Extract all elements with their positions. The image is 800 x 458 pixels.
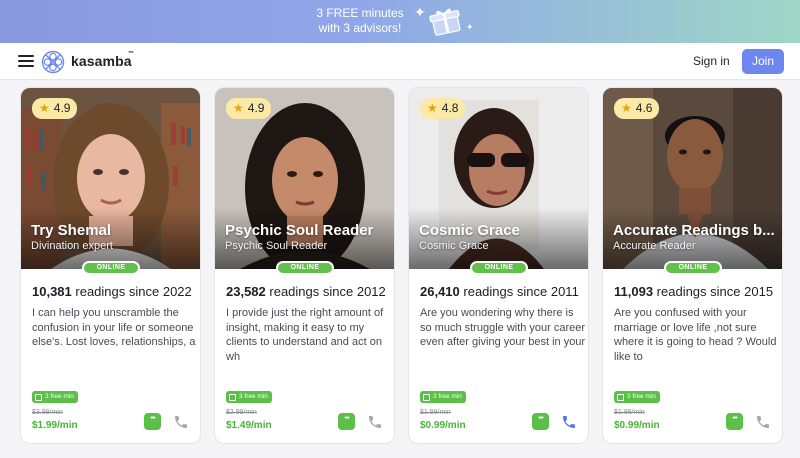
readings-count: 10,381 readings since 2022: [32, 284, 192, 299]
free-minutes-label: 3 free min: [627, 393, 656, 400]
discount-price: $0.99/min: [614, 420, 660, 431]
readings-number: 11,093: [614, 284, 654, 299]
trademark-mark: ™: [128, 51, 134, 57]
star-icon: ★: [621, 101, 632, 115]
discount-price: $0.99/min: [420, 420, 466, 431]
advisor-card[interactable]: ★ 4.9 Try Shemal Divination expert ONLINE…: [20, 87, 201, 444]
discount-price: $1.49/min: [226, 420, 272, 431]
star-icon: ★: [39, 101, 50, 115]
free-minutes-badge: 3 free min: [226, 391, 272, 403]
readings-count: 23,582 readings since 2012: [226, 284, 386, 299]
advisor-description: Are you wondering why there is so much s…: [420, 307, 586, 348]
original-price: $3.99/min: [32, 409, 63, 416]
advisor-card[interactable]: ★ 4.9 Psychic Soul Reader Psychic Soul Re…: [214, 87, 395, 444]
online-status-badge: ONLINE: [470, 261, 528, 275]
readings-suffix: readings since: [269, 284, 354, 299]
advisor-name[interactable]: Psychic Soul Reader: [225, 222, 390, 239]
readings-count: 26,410 readings since 2011: [420, 284, 579, 299]
free-minutes-label: 3 free min: [45, 393, 74, 400]
advisor-name[interactable]: Try Shemal: [31, 222, 196, 239]
advisor-card[interactable]: ★ 4.6 Accurate Readings b... Accurate Rea…: [602, 87, 783, 444]
top-nav: kasamba ™ Sign in Join: [0, 43, 800, 80]
gift-icon: [423, 393, 430, 401]
advisor-name[interactable]: Cosmic Grace: [419, 222, 584, 239]
readings-year: 2011: [550, 284, 579, 299]
readings-number: 26,410: [420, 284, 460, 299]
promo-line-1: 3 FREE minutes: [316, 6, 404, 20]
phone-call-icon[interactable]: [367, 414, 383, 430]
sparkle-icon: ✦: [414, 4, 426, 20]
promo-text[interactable]: 3 FREE minutes with 3 advisors!: [300, 6, 420, 36]
original-price: $2.99/min: [226, 409, 257, 416]
free-minutes-label: 3 free min: [433, 393, 462, 400]
chat-button-icon[interactable]: [532, 413, 549, 430]
readings-number: 10,381: [32, 284, 72, 299]
rating-value: 4.6: [635, 101, 653, 115]
free-minutes-badge: 3 free min: [420, 391, 466, 403]
chat-button-icon[interactable]: [726, 413, 743, 430]
rating-badge: ★ 4.9: [32, 98, 78, 119]
advisor-subtitle: Accurate Reader: [613, 240, 696, 252]
original-price: $1.99/min: [420, 409, 451, 416]
join-button[interactable]: Join: [742, 49, 784, 74]
sign-in-link[interactable]: Sign in: [693, 54, 730, 68]
star-icon: ★: [427, 101, 438, 115]
advisor-subtitle: Cosmic Grace: [419, 240, 489, 252]
advisor-description: I provide just the right amount of insig…: [226, 307, 384, 363]
sparkle-icon: ✦: [466, 22, 474, 32]
advisor-card[interactable]: ★ 4.8 Cosmic Grace Cosmic Grace ONLINE 26…: [408, 87, 589, 444]
readings-year: 2022: [162, 284, 192, 299]
advisor-name[interactable]: Accurate Readings b...: [613, 222, 778, 239]
gift-icon: [229, 393, 236, 401]
star-icon: ★: [233, 101, 244, 115]
readings-suffix: readings since: [75, 284, 160, 299]
rating-value: 4.9: [53, 101, 71, 115]
readings-year: 2015: [744, 284, 774, 299]
online-status-badge: ONLINE: [82, 261, 140, 275]
online-status-badge: ONLINE: [664, 261, 722, 275]
readings-suffix: readings since: [656, 284, 741, 299]
readings-count: 11,093 readings since 2015: [614, 284, 773, 299]
phone-call-icon[interactable]: [755, 414, 771, 430]
rating-value: 4.8: [441, 101, 459, 115]
readings-suffix: readings since: [463, 284, 548, 299]
discount-price: $1.99/min: [32, 420, 78, 431]
brand-name[interactable]: kasamba: [71, 53, 132, 69]
free-minutes-badge: 3 free min: [32, 391, 78, 403]
gift-icon: [35, 393, 42, 401]
phone-call-icon[interactable]: [561, 414, 577, 430]
kasamba-logo-icon[interactable]: [41, 50, 65, 74]
gift-icon: [429, 8, 461, 36]
readings-number: 23,582: [226, 284, 266, 299]
free-minutes-label: 3 free min: [239, 393, 268, 400]
advisor-description: I can help you unscramble the confusion …: [32, 307, 196, 348]
rating-badge: ★ 4.9: [226, 98, 272, 119]
rating-badge: ★ 4.8: [420, 98, 466, 119]
chat-button-icon[interactable]: [338, 413, 355, 430]
promo-banner[interactable]: 3 FREE minutes with 3 advisors! ✦ ✦: [0, 0, 800, 43]
rating-value: 4.9: [247, 101, 265, 115]
hamburger-menu-icon[interactable]: [18, 55, 34, 68]
advisor-subtitle: Psychic Soul Reader: [225, 240, 328, 252]
phone-call-icon[interactable]: [173, 414, 189, 430]
rating-badge: ★ 4.6: [614, 98, 660, 119]
readings-year: 2012: [356, 284, 386, 299]
gift-icon: [617, 393, 624, 401]
advisor-description: Are you confused with your marriage or l…: [614, 307, 777, 363]
promo-line-2: with 3 advisors!: [318, 21, 402, 35]
advisor-subtitle: Divination expert: [31, 240, 113, 252]
chat-button-icon[interactable]: [144, 413, 161, 430]
original-price: $1.99/min: [614, 409, 645, 416]
online-status-badge: ONLINE: [276, 261, 334, 275]
free-minutes-badge: 3 free min: [614, 391, 660, 403]
